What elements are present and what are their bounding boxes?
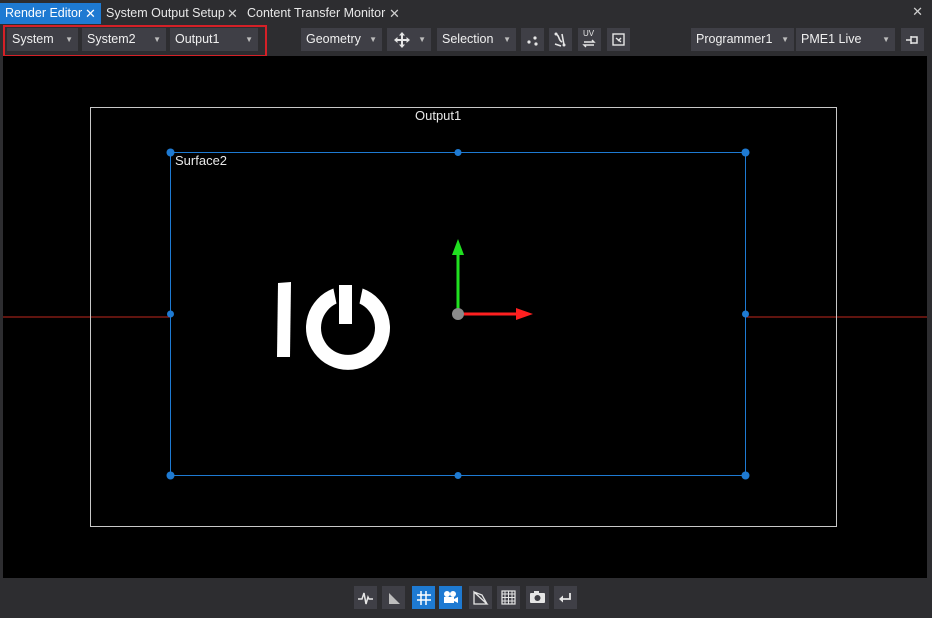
- surface-handle: [454, 472, 462, 479]
- tab-render-editor[interactable]: Render Editor ✕: [0, 3, 101, 24]
- waveform-button[interactable]: [354, 586, 377, 609]
- waveform-icon: [358, 592, 373, 605]
- transform-tool-dropdown[interactable]: ▼: [387, 28, 431, 51]
- undo-button[interactable]: [554, 586, 577, 609]
- surface-handle: [742, 310, 749, 318]
- move-icon: [393, 31, 411, 57]
- tab-strip: Render Editor ✕ System Output Setup ✕ Co…: [0, 0, 932, 24]
- io-logo: [277, 282, 391, 370]
- pin-button[interactable]: [901, 28, 924, 51]
- programmer-dropdown-value: Programmer1: [696, 32, 773, 46]
- snapshot-icon: [530, 591, 545, 603]
- render-viewport[interactable]: Output1 Surface2: [3, 56, 927, 578]
- selection-dropdown-value: Selection: [442, 32, 494, 46]
- gradient-icon: [389, 593, 400, 604]
- surface-handle: [741, 471, 750, 480]
- selection-dropdown[interactable]: Selection ▼: [437, 28, 516, 51]
- chevron-down-icon: ▼: [503, 35, 511, 44]
- pin-icon: [906, 36, 918, 44]
- surface-handle: [454, 149, 462, 156]
- uv-button[interactable]: UV: [578, 28, 601, 51]
- grid-button[interactable]: [412, 586, 435, 609]
- vertex-points-button[interactable]: [521, 28, 544, 51]
- undo-icon: [559, 593, 571, 603]
- vertex-points-icon: [527, 36, 538, 46]
- tab-label: Content Transfer Monitor: [247, 6, 386, 20]
- surface-handle: [167, 310, 174, 318]
- geometry-dropdown-value: Geometry: [306, 32, 361, 46]
- chevron-down-icon: ▼: [418, 35, 426, 44]
- warp-button[interactable]: [549, 28, 572, 51]
- output-frame: [90, 107, 837, 527]
- camera-film-icon: [444, 591, 458, 603]
- surface-handle: [741, 148, 750, 157]
- output-label: Output1: [415, 108, 462, 123]
- bottom-toolbar: [0, 578, 932, 618]
- grid-dots-button[interactable]: [497, 586, 520, 609]
- uv-swap-icon: [582, 39, 596, 48]
- render-editor-window: Render Editor ✕ System Output Setup ✕ Co…: [0, 0, 932, 618]
- pme-dropdown[interactable]: PME1 Live ▼: [796, 28, 895, 51]
- surface-handle: [166, 471, 175, 480]
- tab-label: Render Editor: [5, 6, 83, 20]
- perspective-button[interactable]: [469, 586, 492, 609]
- crop-icon: [612, 33, 625, 46]
- close-icon[interactable]: ✕: [389, 3, 400, 24]
- pme-dropdown-value: PME1 Live: [801, 32, 862, 46]
- selection-highlight-box: [3, 25, 267, 57]
- crop-button[interactable]: [607, 28, 630, 51]
- chevron-down-icon: ▼: [781, 35, 789, 44]
- surface-label: Surface2: [175, 153, 228, 168]
- grid-icon: [417, 591, 431, 605]
- chevron-down-icon: ▼: [882, 35, 890, 44]
- close-icon[interactable]: ✕: [85, 3, 96, 24]
- tab-label: System Output Setup: [106, 6, 225, 20]
- programmer-dropdown[interactable]: Programmer1 ▼: [691, 28, 794, 51]
- grid-dots-icon: [501, 590, 516, 605]
- warp-icon: [554, 32, 566, 47]
- chevron-down-icon: ▼: [369, 35, 377, 44]
- snapshot-button[interactable]: [526, 586, 549, 609]
- camera-film-button[interactable]: [439, 586, 462, 609]
- surface-handle: [166, 148, 175, 157]
- perspective-icon: [473, 590, 489, 605]
- window-close-icon[interactable]: ✕: [912, 4, 923, 20]
- transform-gizmo[interactable]: [452, 239, 533, 320]
- close-icon[interactable]: ✕: [227, 3, 238, 24]
- tab-system-output-setup[interactable]: System Output Setup ✕: [101, 3, 243, 24]
- geometry-dropdown[interactable]: Geometry ▼: [301, 28, 382, 51]
- gradient-button[interactable]: [382, 586, 405, 609]
- tab-content-transfer-monitor[interactable]: Content Transfer Monitor ✕: [243, 3, 403, 24]
